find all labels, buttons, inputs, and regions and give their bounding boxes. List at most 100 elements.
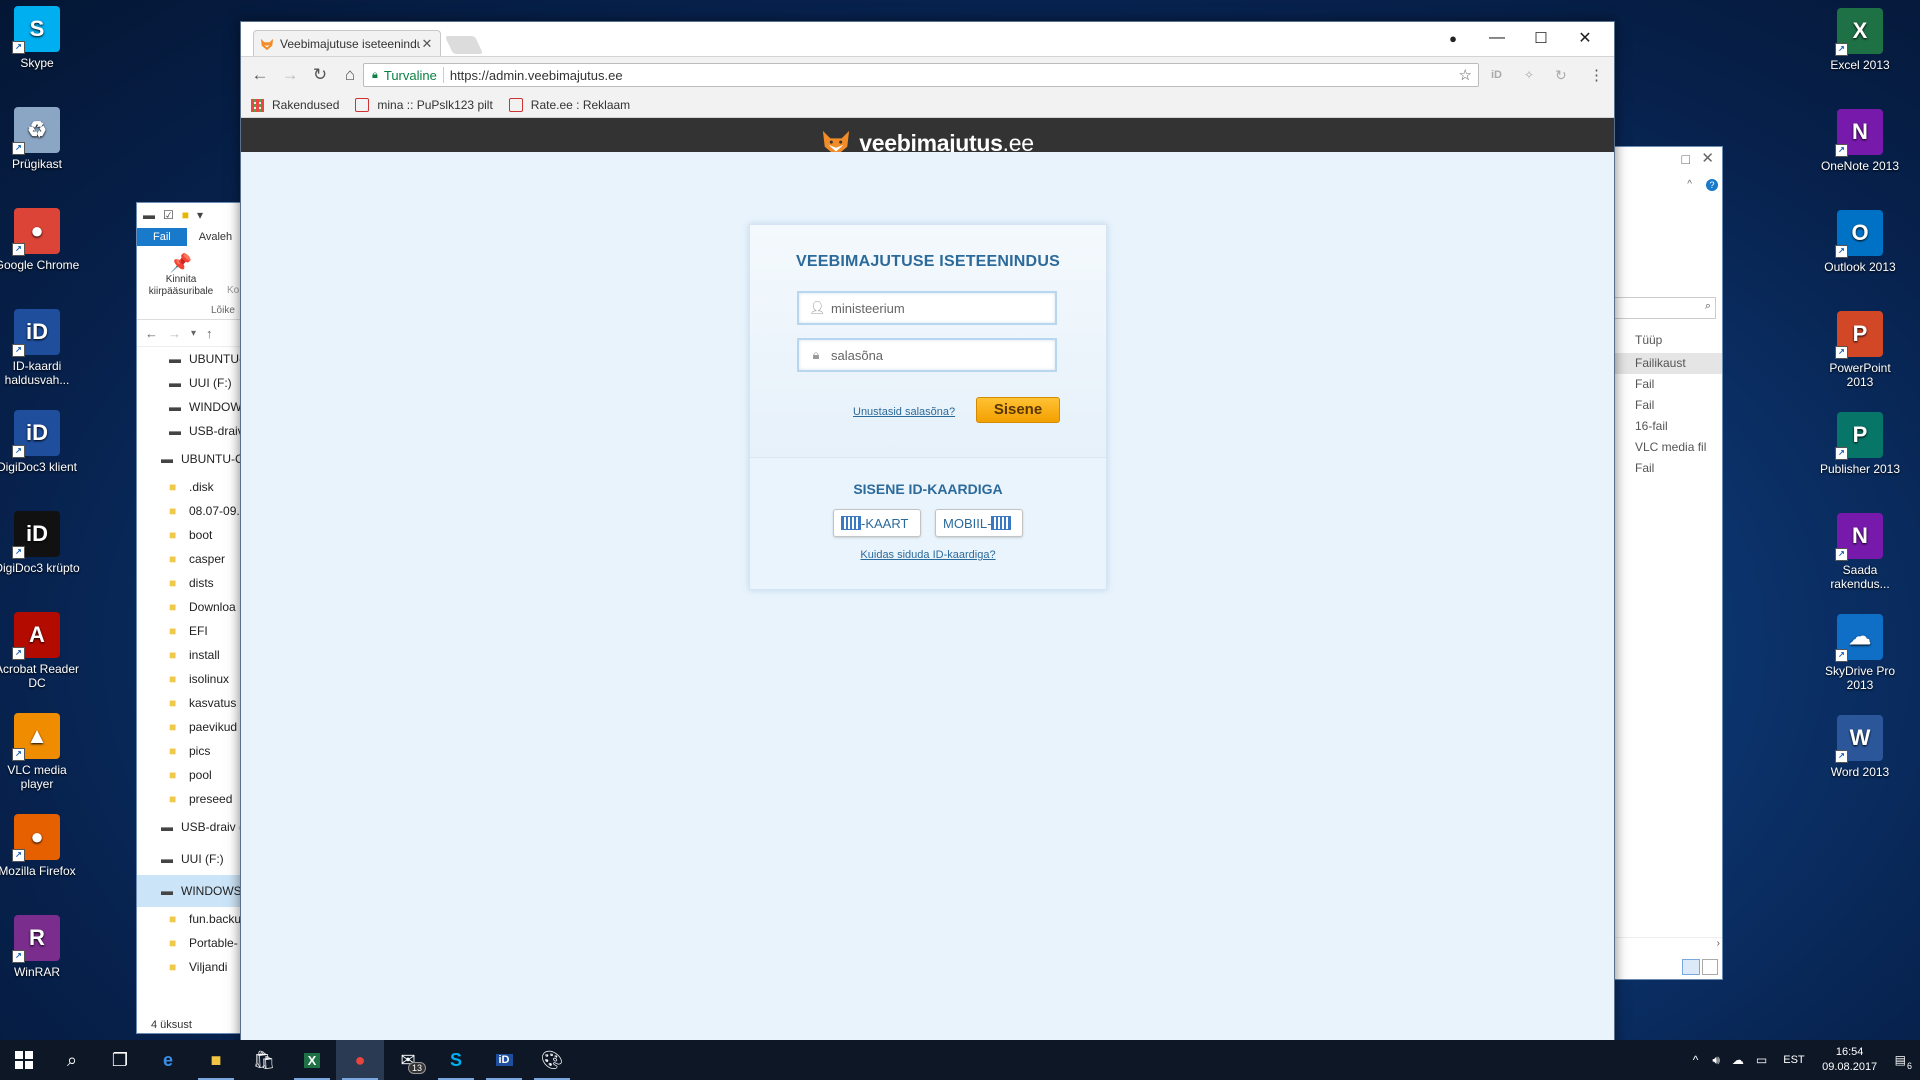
tree-item[interactable]: ■ Downloa xyxy=(137,595,247,619)
profile-icon[interactable]: ● xyxy=(1431,22,1475,54)
bookmark-apps[interactable]: Rakendused xyxy=(251,98,339,112)
network-icon[interactable]: ▭ xyxy=(1756,1053,1767,1067)
back-icon[interactable]: ← xyxy=(245,65,275,85)
chrome-titlebar[interactable]: Veebimajutuse iseteenindus ✕ ● — ☐ ✕ xyxy=(241,22,1614,56)
tree-item[interactable]: ▬ UBUNTU-C xyxy=(137,443,247,475)
menu-icon[interactable]: ⋮ xyxy=(1589,66,1604,84)
tray-overflow-icon[interactable]: ^ xyxy=(1693,1053,1699,1067)
search-box[interactable]: ⌕ xyxy=(1599,297,1716,319)
taskbar-chrome[interactable]: ● xyxy=(336,1040,384,1080)
bookmark-rate[interactable]: Rate.ee : Reklaam xyxy=(508,98,630,112)
tree-item[interactable]: ■ EFI xyxy=(137,619,247,643)
tab-file[interactable]: Fail xyxy=(137,228,187,246)
file-row-type[interactable]: Fail xyxy=(1599,395,1722,416)
tree-item[interactable]: ▬ UBUNTU- xyxy=(137,347,247,371)
forward-arrow-icon[interactable]: → xyxy=(168,326,181,341)
tree-item[interactable]: ■ pics xyxy=(137,739,247,763)
desktop-shortcut-right-2[interactable]: O ↗ Outlook 2013 xyxy=(1816,210,1904,274)
tab-home[interactable]: Avaleh xyxy=(187,228,244,246)
new-tab-button[interactable] xyxy=(444,36,484,54)
tree-item[interactable]: ■ preseed xyxy=(137,787,247,811)
pin-to-quick-access-button[interactable]: 📌 Kinnita kiirpääsuribale xyxy=(141,253,221,298)
desktop-shortcut-left-2[interactable]: ● ↗ Google Chrome xyxy=(0,208,81,272)
mobile-id-button[interactable]: MOBIIL- xyxy=(935,509,1023,537)
desktop-shortcut-left-4[interactable]: iD ↗ DigiDoc3 klient xyxy=(0,410,81,474)
login-button[interactable]: Sisene xyxy=(976,397,1060,423)
home-icon[interactable]: ⌂ xyxy=(335,65,365,85)
desktop-shortcut-left-3[interactable]: iD ↗ ID-kaardi haldusvah... xyxy=(0,309,81,387)
clock[interactable]: 16:54 09.08.2017 xyxy=(1815,1045,1885,1075)
file-explorer-window-right[interactable]: □ ✕ ^ ? ⌕ ev Tüüp FailikaustFailFail16-f… xyxy=(1598,146,1723,980)
desktop-shortcut-right-3[interactable]: P ↗ PowerPoint 2013 xyxy=(1816,311,1904,389)
language-indicator[interactable]: EST xyxy=(1783,1054,1804,1066)
back-arrow-icon[interactable]: ← xyxy=(145,326,158,341)
chrome-window[interactable]: Veebimajutuse iseteenindus ✕ ● — ☐ ✕ ← →… xyxy=(240,21,1615,1051)
file-row-type[interactable]: Failikaust xyxy=(1599,353,1722,374)
copy-button[interactable]: Ko xyxy=(227,285,239,296)
tree-item[interactable]: ■ dists xyxy=(137,571,247,595)
maximize-icon[interactable]: ☐ xyxy=(1519,22,1563,54)
tree-item[interactable]: ■ boot xyxy=(137,523,247,547)
tree-item[interactable]: ■ Viljandi xyxy=(137,955,247,979)
taskbar-excel[interactable]: X xyxy=(288,1040,336,1080)
task-view-button[interactable]: ❐ xyxy=(96,1040,144,1080)
help-icon[interactable]: ? xyxy=(1706,179,1718,191)
desktop-shortcut-left-7[interactable]: ▲ ↗ VLC media player xyxy=(0,713,81,791)
navigation-tree[interactable]: ▬ UBUNTU- ▬ UUI (F:) ▬ WINDOW ▬ USB-draiv ▬ UBUNT… xyxy=(137,347,247,979)
tree-item[interactable]: ▬ UUI (F:) xyxy=(137,371,247,395)
url-text[interactable]: https://admin.veebimajutus.ee xyxy=(450,68,623,83)
taskbar-store[interactable]: 🛍︎ xyxy=(240,1040,288,1080)
desktop-shortcut-left-9[interactable]: R ↗ WinRAR xyxy=(0,915,81,979)
desktop-shortcut-right-5[interactable]: N ↗ Saada rakendus... xyxy=(1816,513,1904,591)
collapse-ribbon-icon[interactable]: ^ xyxy=(1687,179,1692,190)
properties-icon[interactable]: ☑ xyxy=(163,208,174,222)
tree-item[interactable]: ■ paevikud xyxy=(137,715,247,739)
taskbar-digidoc[interactable]: iD xyxy=(480,1040,528,1080)
drive-icon[interactable]: ▬ xyxy=(143,208,155,222)
tree-item[interactable]: ■ install xyxy=(137,643,247,667)
desktop-shortcut-right-0[interactable]: X ↗ Excel 2013 xyxy=(1816,8,1904,72)
taskbar-paint[interactable]: 🎨︎ xyxy=(528,1040,576,1080)
action-center-icon[interactable]: ▤ 6 xyxy=(1895,1053,1912,1071)
secure-indicator[interactable]: 🔒︎ Turvaline xyxy=(364,68,437,83)
tree-item[interactable]: ▬ WINDOWS xyxy=(137,875,247,907)
tree-item[interactable]: ▬ USB-draiv ( xyxy=(137,811,247,843)
forward-icon[interactable]: → xyxy=(275,65,305,85)
tree-item[interactable]: ■ 08.07-09.0 xyxy=(137,499,247,523)
bookmark-star-icon[interactable]: ☆ xyxy=(1459,66,1472,84)
tree-item[interactable]: ▬ UUI (F:) xyxy=(137,843,247,875)
bookmark-mina[interactable]: mina :: PuPslk123 pilt xyxy=(355,98,493,112)
onedrive-icon[interactable]: ☁ xyxy=(1732,1053,1744,1067)
chevron-down-icon[interactable]: ▾ xyxy=(197,208,203,222)
start-button[interactable] xyxy=(0,1040,48,1080)
desktop-shortcut-left-1[interactable]: ♻ ↗ Prügikast xyxy=(0,107,81,171)
tree-item[interactable]: ■ casper xyxy=(137,547,247,571)
horizontal-scrollbar[interactable]: › xyxy=(1599,937,1722,952)
tree-item[interactable]: ■ kasvatus xyxy=(137,691,247,715)
file-row-type[interactable]: 16-fail xyxy=(1599,416,1722,437)
desktop-shortcut-left-0[interactable]: S ↗ Skype xyxy=(0,6,81,70)
id-card-button[interactable]: -KAART xyxy=(833,509,921,537)
desktop-shortcut-left-5[interactable]: iD ↗ DigiDoc3 krüpto xyxy=(0,511,81,575)
reload-icon[interactable]: ↻ xyxy=(305,65,335,85)
username-field[interactable]: 👤︎ ministeerium xyxy=(797,291,1057,325)
search-button[interactable]: ⌕ xyxy=(48,1040,96,1080)
desktop-shortcut-left-6[interactable]: A ↗ Acrobat Reader DC xyxy=(0,612,81,690)
volume-icon[interactable]: 🔊︎ xyxy=(1712,1053,1720,1068)
column-header-type[interactable]: Tüüp xyxy=(1635,333,1662,347)
close-tab-icon[interactable]: ✕ xyxy=(420,36,434,52)
desktop-shortcut-right-6[interactable]: ☁ ↗ SkyDrive Pro 2013 xyxy=(1816,614,1904,692)
desktop-shortcut-left-8[interactable]: ● ↗ Mozilla Firefox xyxy=(0,814,81,878)
taskbar-mail[interactable]: ✉ 13 xyxy=(384,1040,432,1080)
large-icons-view-icon[interactable] xyxy=(1702,959,1718,975)
close-window-icon[interactable]: ✕ xyxy=(1563,22,1607,54)
password-field[interactable]: 🔒︎ salasõna xyxy=(797,338,1057,372)
file-row-type[interactable]: Fail xyxy=(1599,374,1722,395)
recent-dropdown-icon[interactable]: ▾ xyxy=(191,328,196,339)
desktop-shortcut-right-1[interactable]: N ↗ OneNote 2013 xyxy=(1816,109,1904,173)
desktop-shortcut-right-4[interactable]: P ↗ Publisher 2013 xyxy=(1816,412,1904,476)
tree-item[interactable]: ■ Portable- xyxy=(137,931,247,955)
up-arrow-icon[interactable]: ↑ xyxy=(206,326,213,341)
tree-item[interactable]: ■ fun.backu xyxy=(137,907,247,931)
tree-item[interactable]: ▬ USB-draiv xyxy=(137,419,247,443)
